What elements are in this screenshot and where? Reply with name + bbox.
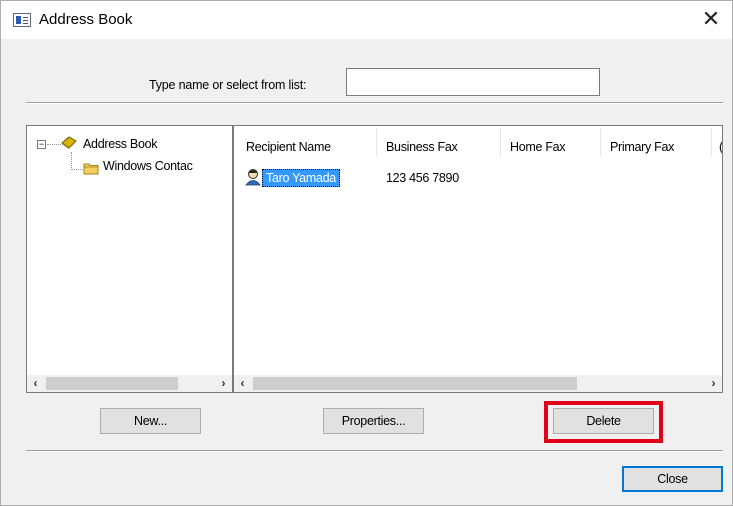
- column-divider[interactable]: [500, 128, 501, 156]
- scroll-right-icon[interactable]: ›: [215, 375, 232, 392]
- delete-highlight-box: [544, 401, 663, 443]
- scrollbar-thumb[interactable]: [46, 377, 178, 390]
- properties-button[interactable]: Properties...: [323, 408, 424, 434]
- recipient-list[interactable]: Recipient Name Business Fax Home Fax Pri…: [233, 125, 723, 393]
- search-input[interactable]: [346, 68, 600, 96]
- window-title: Address Book: [39, 11, 133, 28]
- scrollbar-thumb[interactable]: [253, 377, 577, 390]
- column-header-business-fax[interactable]: Business Fax: [386, 140, 458, 154]
- column-header-home-fax[interactable]: Home Fax: [510, 140, 566, 154]
- search-label: Type name or select from list:: [149, 78, 307, 92]
- address-book-icon: [61, 136, 77, 149]
- contact-icon: [245, 169, 261, 186]
- column-divider[interactable]: [600, 128, 601, 156]
- tree-line: [47, 144, 61, 145]
- recipient-name-cell[interactable]: Taro Yamada: [262, 169, 340, 187]
- business-fax-cell: 123 456 7890: [386, 171, 459, 185]
- separator-top: [26, 102, 723, 104]
- tree-line: [71, 152, 72, 170]
- tree-horizontal-scrollbar[interactable]: ‹ ›: [27, 375, 232, 392]
- column-divider[interactable]: [711, 128, 712, 156]
- scroll-left-icon[interactable]: ‹: [27, 375, 44, 392]
- collapse-toggle-icon[interactable]: −: [37, 140, 46, 149]
- scroll-left-icon[interactable]: ‹: [234, 375, 251, 392]
- close-window-icon[interactable]: ✕: [696, 5, 726, 35]
- new-button[interactable]: New...: [100, 408, 201, 434]
- column-header-primary-fax[interactable]: Primary Fax: [610, 140, 674, 154]
- address-book-dialog: Address Book ✕ Type name or select from …: [0, 0, 733, 506]
- column-header-next[interactable]: (: [719, 140, 722, 154]
- column-header-recipient-name[interactable]: Recipient Name: [246, 140, 331, 154]
- folder-icon: [83, 163, 99, 175]
- address-tree[interactable]: − Address Book Windows Contac ‹ ›: [26, 125, 233, 393]
- tree-item-address-book[interactable]: Address Book: [83, 137, 158, 151]
- tree-line: [71, 169, 83, 170]
- address-book-app-icon: [13, 13, 31, 27]
- separator-bottom: [26, 450, 723, 452]
- column-divider[interactable]: [376, 128, 377, 156]
- list-horizontal-scrollbar[interactable]: ‹ ›: [234, 375, 722, 392]
- close-button[interactable]: Close: [622, 466, 723, 492]
- scroll-right-icon[interactable]: ›: [705, 375, 722, 392]
- title-bar: Address Book ✕: [1, 1, 732, 39]
- tree-item-windows-contacts[interactable]: Windows Contac: [103, 159, 193, 173]
